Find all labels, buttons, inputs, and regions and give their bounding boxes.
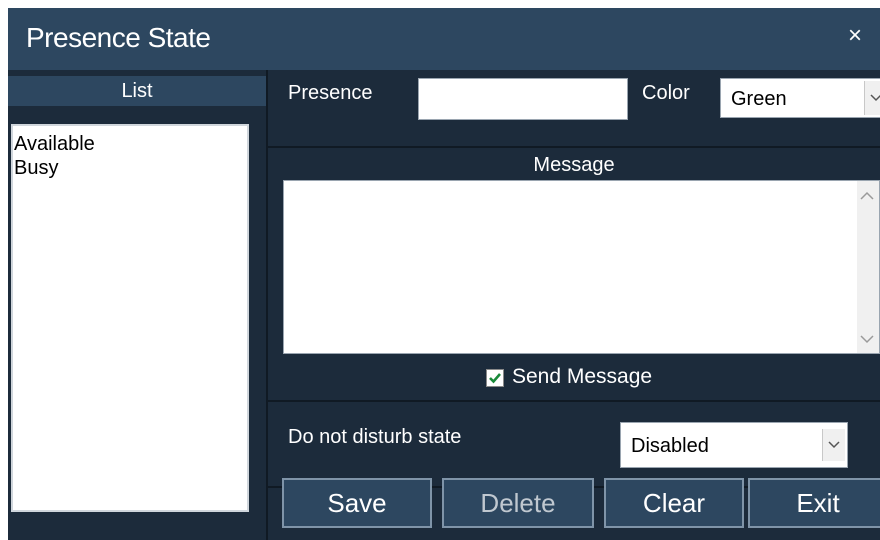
chevron-down-icon[interactable]: [822, 429, 845, 461]
color-select[interactable]: Green: [720, 78, 880, 118]
title-bar: Presence State ×: [8, 8, 880, 70]
chevron-up-icon[interactable]: [860, 189, 874, 203]
list-header: List: [8, 76, 266, 106]
save-button[interactable]: Save: [282, 478, 432, 528]
message-scrollbar[interactable]: [857, 181, 879, 353]
send-message-checkbox[interactable]: [486, 369, 504, 387]
check-icon: [489, 373, 501, 384]
list-item-busy[interactable]: Busy: [13, 156, 247, 180]
dnd-label: Do not disturb state: [288, 426, 462, 448]
chevron-down-icon[interactable]: [860, 333, 874, 347]
clear-button[interactable]: Clear: [604, 478, 744, 528]
list-item-available[interactable]: Available: [13, 132, 247, 156]
presence-label: Presence: [288, 82, 373, 104]
color-select-value: Green: [731, 88, 787, 110]
color-label: Color: [642, 82, 690, 104]
window-title: Presence State: [26, 22, 211, 53]
presence-state-window: Presence State × List Available Busy Pre…: [8, 8, 880, 540]
presence-listbox[interactable]: Available Busy: [11, 124, 249, 512]
presence-form: Presence Color Green Message Send Messag…: [268, 70, 880, 540]
close-icon[interactable]: ×: [848, 22, 862, 50]
dnd-select-value: Disabled: [631, 435, 709, 457]
list-panel: List Available Busy: [8, 70, 266, 540]
message-label: Message: [533, 154, 615, 176]
send-message-label: Send Message: [512, 365, 653, 388]
chevron-down-icon[interactable]: [864, 81, 880, 115]
divider: [268, 146, 880, 148]
presence-input[interactable]: [418, 78, 628, 120]
divider: [268, 400, 880, 402]
dnd-select[interactable]: Disabled: [620, 422, 848, 468]
message-textarea[interactable]: [283, 180, 880, 354]
exit-button[interactable]: Exit: [748, 478, 880, 528]
delete-button[interactable]: Delete: [442, 478, 594, 528]
